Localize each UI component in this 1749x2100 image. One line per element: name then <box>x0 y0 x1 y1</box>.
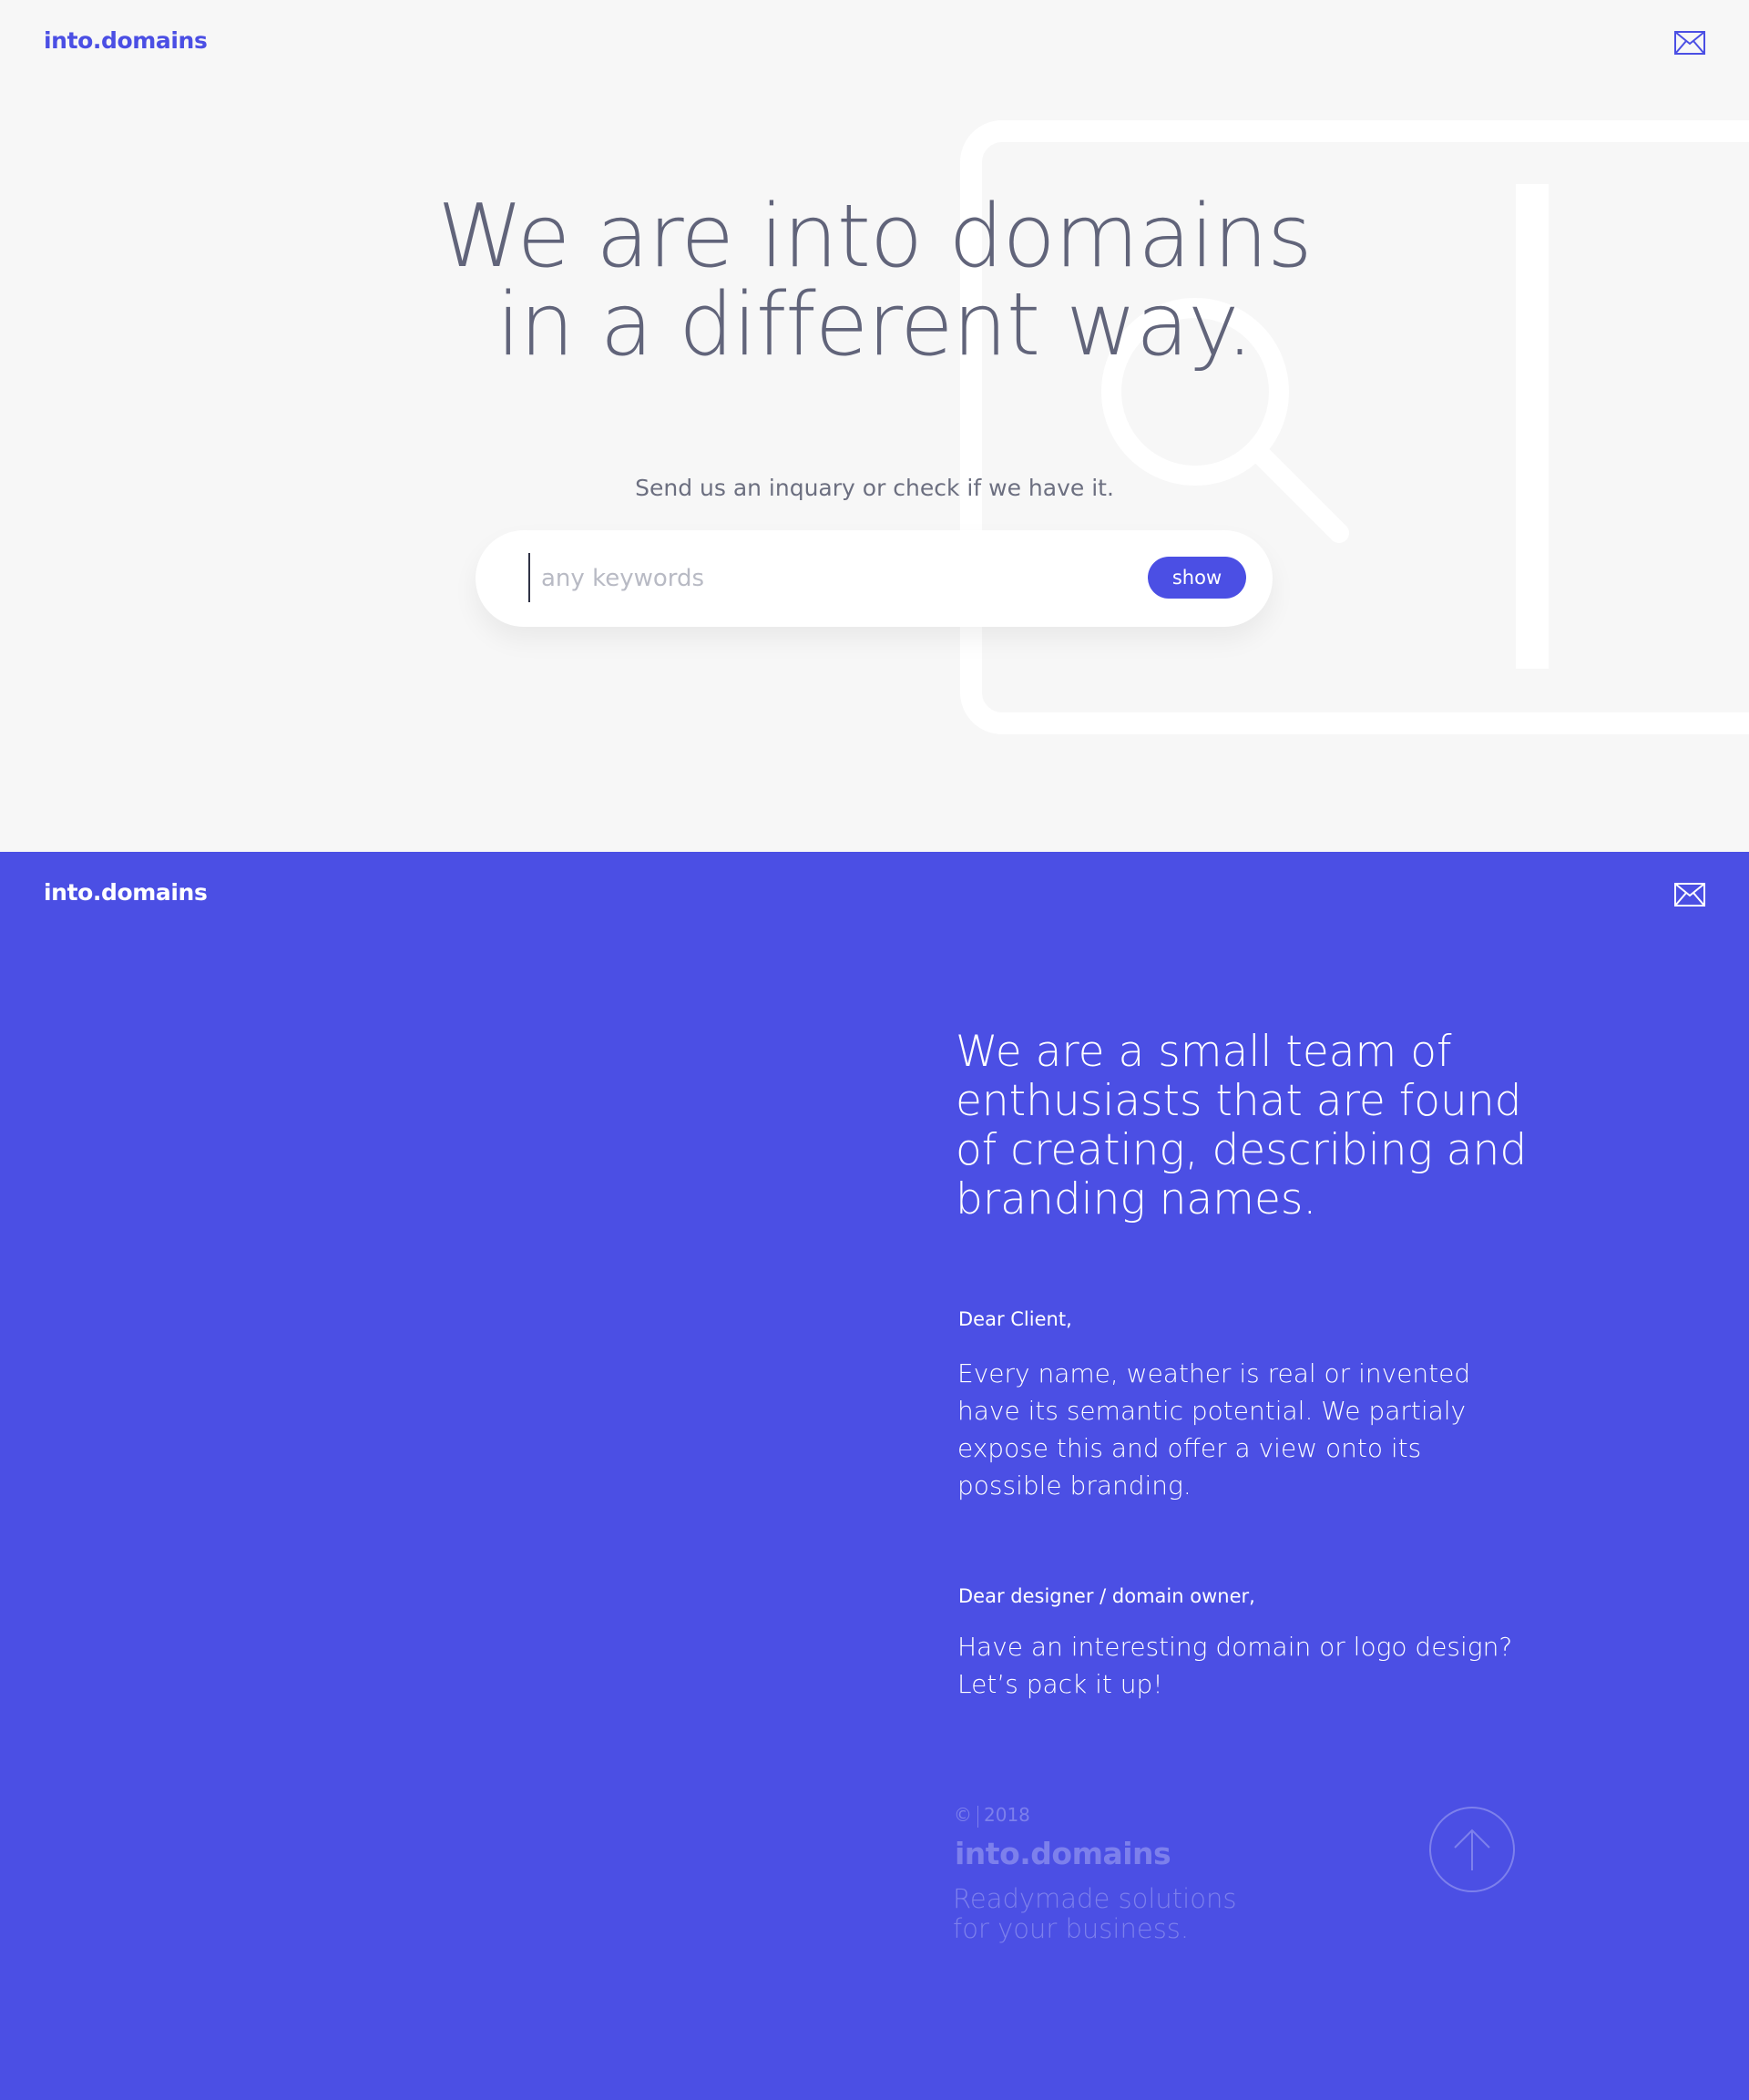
client-paragraph: Every name, weather is real or invented … <box>957 1355 1595 1504</box>
copyright: © 2018 <box>954 1804 1030 1828</box>
search-bar: show <box>476 530 1273 627</box>
hero-title-line: We are into domains <box>437 187 1312 287</box>
text-caret <box>528 553 530 602</box>
scroll-to-top-button[interactable] <box>1429 1807 1515 1892</box>
about-logo[interactable]: into.domains <box>44 879 208 906</box>
hero-title: We are into domains in a different way. <box>237 193 1512 370</box>
designer-paragraph: Have an interesting domain or logo desig… <box>957 1628 1595 1703</box>
header-logo[interactable]: into.domains <box>44 27 208 54</box>
client-paragraph-line: Every name, weather is real or invented <box>957 1358 1471 1388</box>
footer-tagline-line: for your business. <box>953 1913 1190 1944</box>
hero-title-line: in a different way. <box>496 275 1253 375</box>
hero-section: into.domains We are into domains in a di… <box>0 0 1749 852</box>
about-heading-line: enthusiasts that are found <box>956 1076 1522 1126</box>
copyright-symbol: © <box>954 1804 972 1826</box>
mail-icon <box>1674 883 1705 907</box>
arrow-up-icon <box>1454 1829 1490 1870</box>
about-mail-button[interactable] <box>1674 883 1705 907</box>
designer-paragraph-line: Have an interesting domain or logo desig… <box>957 1632 1513 1662</box>
footer-tagline-line: Readymade solutions <box>953 1883 1237 1914</box>
designer-paragraph-line: Let’s pack it up! <box>957 1669 1163 1699</box>
about-section: into.domains We are a small team of enth… <box>0 852 1749 2100</box>
search-input[interactable] <box>539 556 1049 601</box>
copyright-year: 2018 <box>984 1804 1030 1826</box>
hero-subtitle: Send us an inquary or check if we have i… <box>635 475 1114 501</box>
about-heading-line: branding names. <box>956 1174 1317 1224</box>
about-heading-line: We are a small team of <box>956 1027 1452 1077</box>
divider <box>977 1805 978 1828</box>
header-mail-button[interactable] <box>1674 31 1705 55</box>
client-greeting: Dear Client, <box>958 1308 1072 1330</box>
about-heading-line: of creating, describing and <box>956 1125 1528 1175</box>
show-button[interactable]: show <box>1148 557 1246 599</box>
client-paragraph-line: have its semantic potential. We partialy <box>957 1396 1467 1426</box>
footer-logo: into.domains <box>955 1836 1171 1871</box>
client-paragraph-line: expose this and offer a view onto its <box>957 1433 1422 1463</box>
designer-greeting: Dear designer / domain owner, <box>958 1585 1255 1607</box>
about-heading: We are a small team of enthusiasts that … <box>956 1028 1648 1224</box>
mail-icon <box>1674 31 1705 55</box>
footer-tagline: Readymade solutions for your business. <box>953 1884 1236 1944</box>
client-paragraph-line: possible branding. <box>957 1470 1192 1501</box>
